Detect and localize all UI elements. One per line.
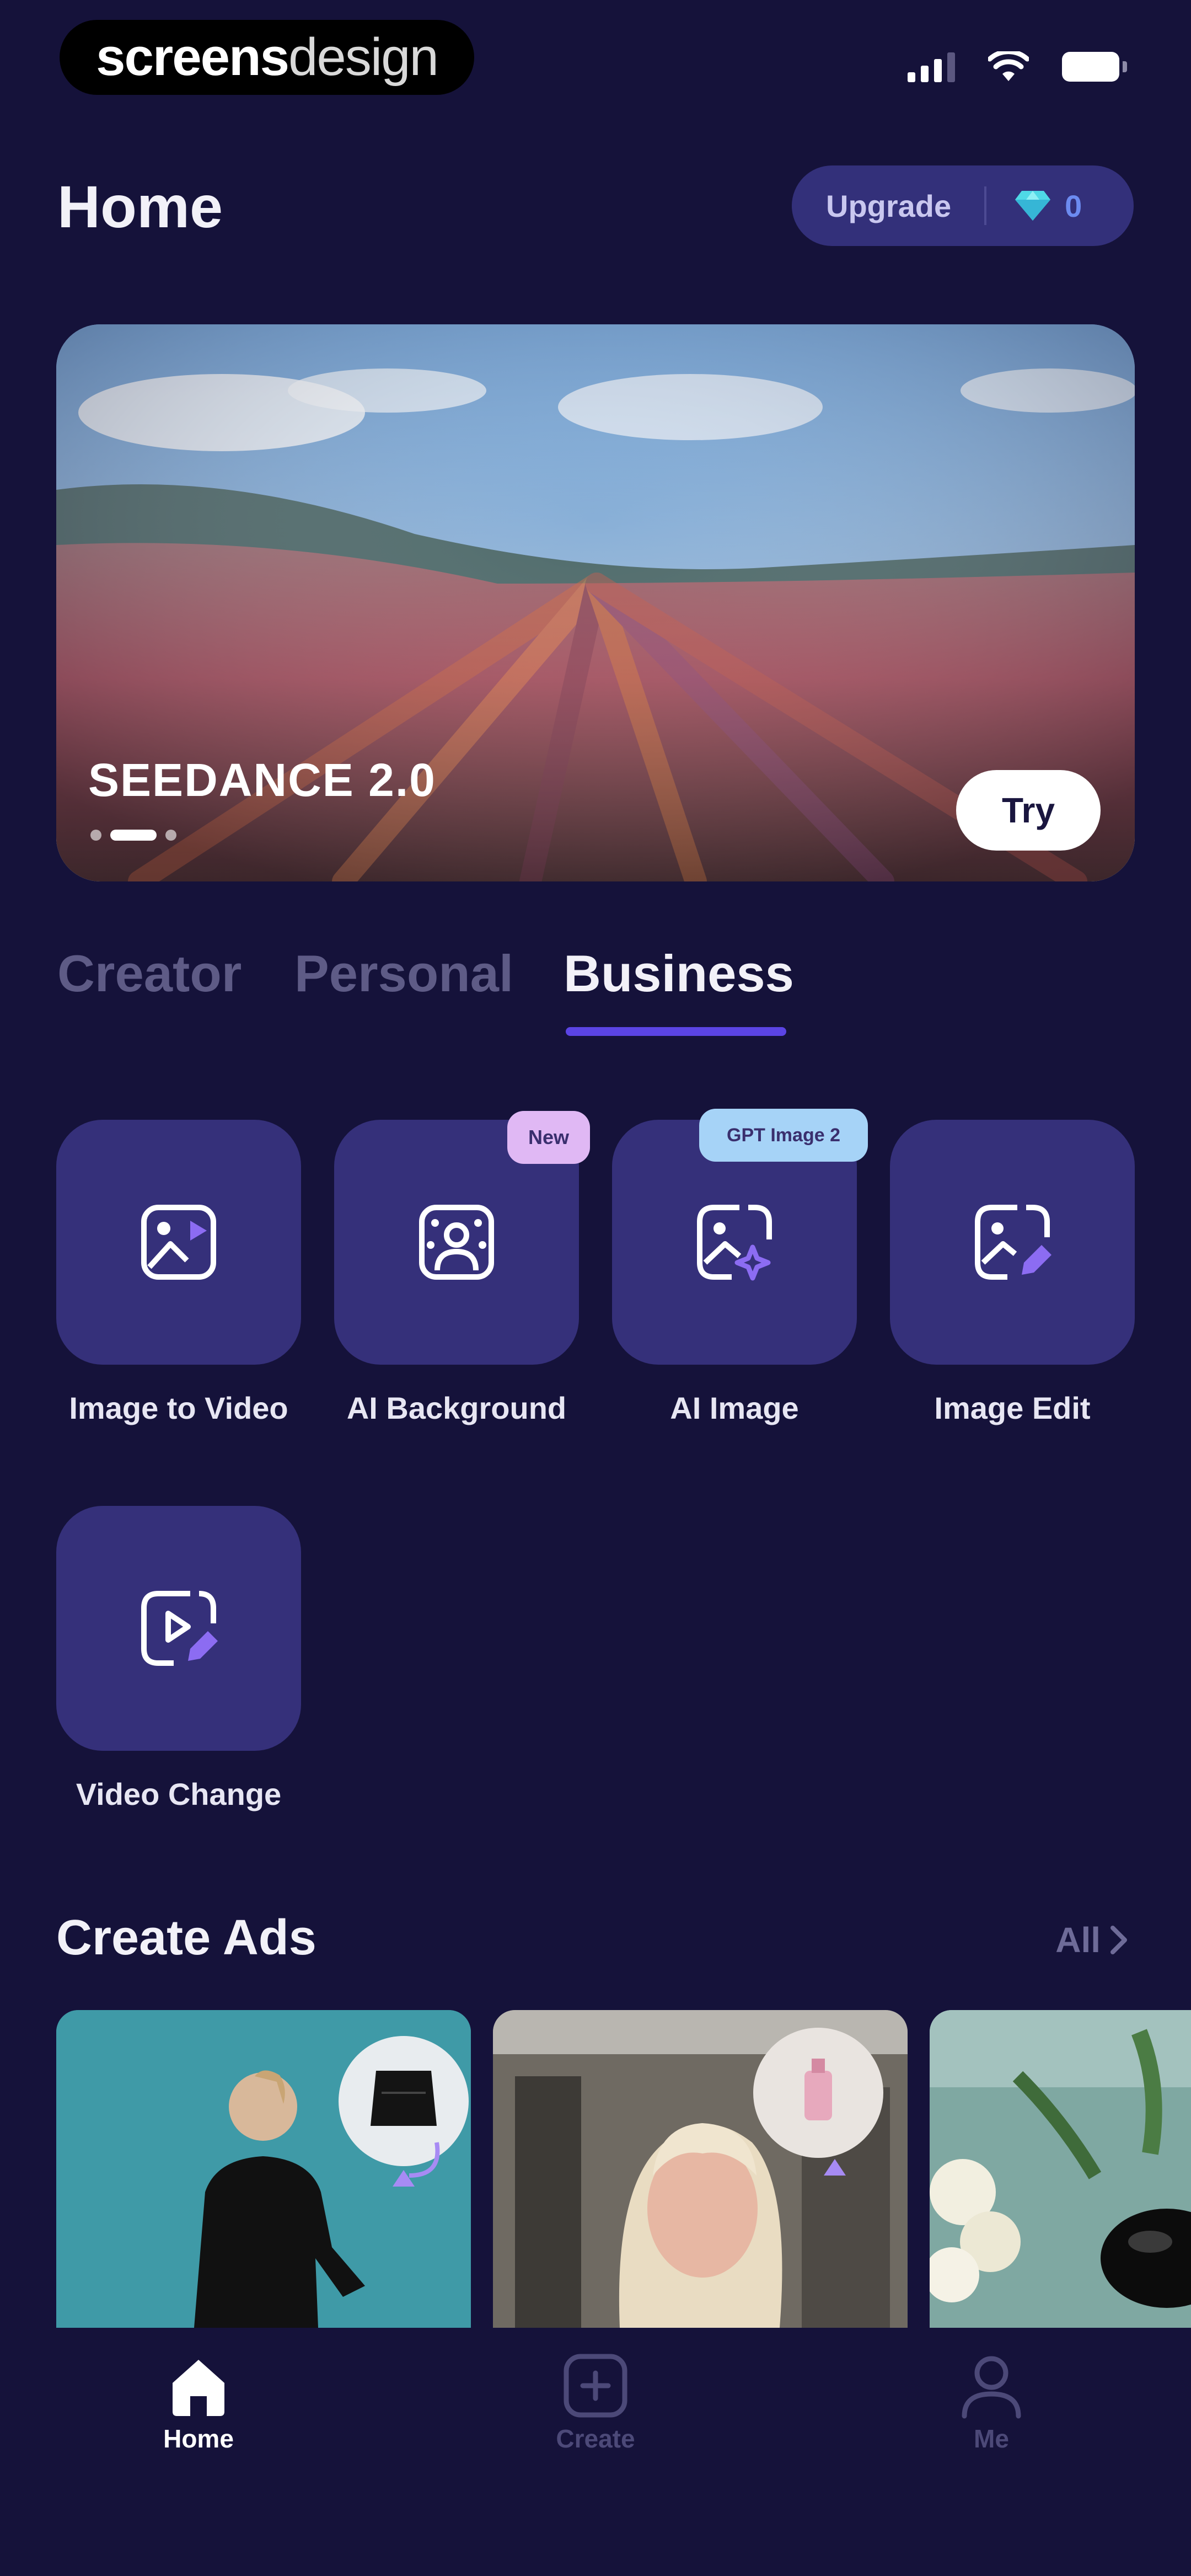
tool-label: Video Change <box>76 1777 282 1811</box>
status-icons <box>908 47 1127 86</box>
image-edit-icon <box>975 1205 1051 1280</box>
wifi-icon <box>988 51 1029 81</box>
tool-ai-background[interactable]: AI Background <box>334 1120 579 1426</box>
carousel-dot[interactable] <box>90 830 101 841</box>
ad-template-card[interactable] <box>493 2010 908 2328</box>
nav-me[interactable]: Me <box>881 2350 1102 2454</box>
category-tabs: Creator Personal Business <box>57 938 1134 1037</box>
tool-label: Image Edit <box>934 1391 1091 1425</box>
image-to-video-icon <box>141 1205 216 1280</box>
nav-label: Me <box>974 2424 1009 2453</box>
tab-personal[interactable]: Personal <box>294 938 513 1009</box>
upgrade-label: Upgrade <box>826 188 952 223</box>
video-change-icon <box>141 1591 218 1666</box>
bottom-navigation: Home Create Me <box>0 2328 1191 2576</box>
carousel-dot[interactable] <box>165 830 176 841</box>
brand-text-part2: design <box>288 28 439 87</box>
ad-template-card[interactable] <box>56 2010 471 2328</box>
nav-create[interactable]: Create <box>485 2350 706 2454</box>
tool-label: AI Image <box>670 1391 799 1425</box>
chevron-right-icon <box>1110 1926 1127 1954</box>
tool-label: AI Background <box>346 1391 567 1425</box>
tool-image-edit[interactable]: Image Edit <box>890 1120 1135 1426</box>
tool-video-change[interactable]: Video Change <box>56 1506 301 1812</box>
cellular-signal-icon <box>908 51 955 82</box>
tab-creator[interactable]: Creator <box>57 938 242 1009</box>
nav-label: Create <box>556 2424 635 2453</box>
ad-template-card[interactable] <box>930 2010 1191 2328</box>
tool-image-to-video[interactable]: Image to Video <box>56 1120 301 1426</box>
tool-tile[interactable] <box>56 1120 301 1365</box>
diamond-icon <box>1015 191 1051 221</box>
carousel-dots[interactable] <box>90 830 176 841</box>
profile-icon <box>962 2356 1021 2419</box>
ad-thumbnail-woman-perfume <box>493 2010 908 2328</box>
create-ads-title: Create Ads <box>56 1910 316 1965</box>
carousel-dot-active[interactable] <box>110 830 157 841</box>
tool-label: Image to Video <box>69 1391 288 1425</box>
ai-image-icon <box>697 1205 772 1281</box>
upgrade-divider <box>984 186 987 225</box>
nav-home[interactable]: Home <box>88 2350 309 2454</box>
tool-ai-image[interactable]: AI Image <box>612 1120 857 1426</box>
ad-thumbnail-model-jacket <box>56 2010 471 2328</box>
try-button[interactable]: Try <box>956 770 1101 851</box>
active-tab-indicator <box>566 1027 786 1036</box>
tool-tile[interactable] <box>890 1120 1135 1365</box>
ad-thumbnail-flowers-product <box>930 2010 1191 2328</box>
see-all-label: All <box>1055 1920 1101 1960</box>
hero-banner[interactable]: SEEDANCE 2.0 Try <box>56 324 1135 881</box>
page-title: Home <box>57 173 223 240</box>
status-bar: screens design <box>0 0 1191 110</box>
brand-text-part1: screens <box>96 28 289 87</box>
credits-count: 0 <box>1065 188 1082 223</box>
see-all-link[interactable]: All <box>1055 1920 1129 1960</box>
tool-tile[interactable] <box>56 1506 301 1751</box>
new-badge: New <box>507 1111 590 1164</box>
upgrade-button[interactable]: Upgrade 0 <box>792 165 1134 246</box>
battery-icon <box>1062 52 1127 82</box>
tab-business[interactable]: Business <box>564 938 794 1009</box>
create-icon <box>564 2354 627 2418</box>
gpt-image-badge: GPT Image 2 <box>699 1109 868 1162</box>
brand-watermark: screens design <box>60 20 474 95</box>
banner-title: SEEDANCE 2.0 <box>88 754 436 806</box>
home-icon <box>173 2360 224 2416</box>
nav-label: Home <box>163 2424 234 2453</box>
ai-background-icon <box>419 1205 494 1280</box>
